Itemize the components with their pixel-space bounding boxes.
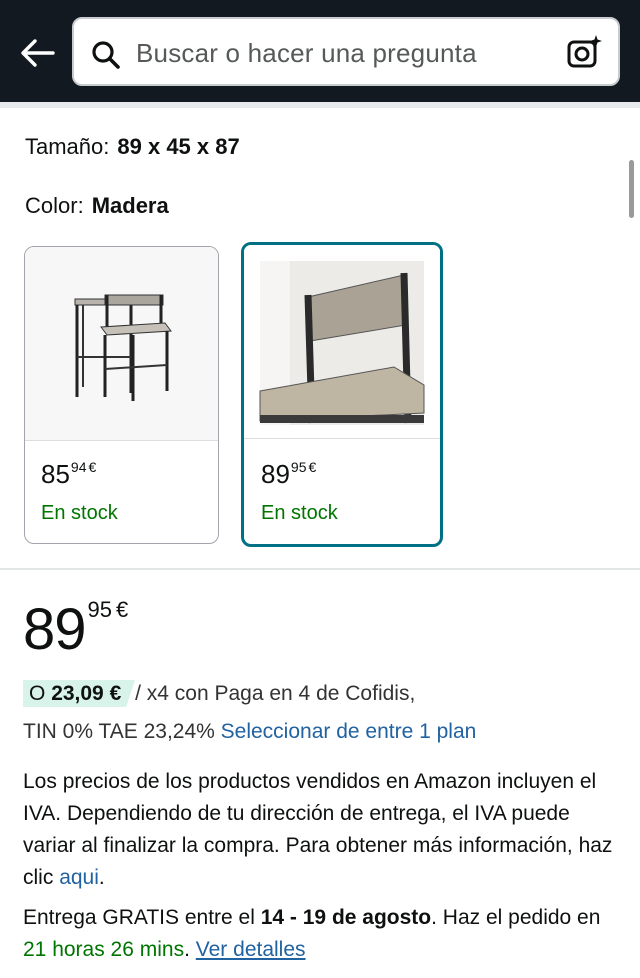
variation-option-stool[interactable]: 8995 € En stock — [241, 242, 443, 547]
back-button[interactable] — [14, 30, 60, 76]
stock-status: En stock — [41, 502, 118, 524]
price-whole: 85 — [41, 459, 70, 489]
delivery-details-link[interactable]: Ver detalles — [196, 938, 306, 961]
order-countdown: 21 horas 26 mins — [23, 938, 185, 961]
color-selector: Color: Madera — [25, 193, 169, 219]
installment-amount: 23,09 € — [51, 682, 122, 705]
product-image-table-set — [25, 247, 218, 441]
installment-rates: TIN 0% TAE 23,24% Seleccionar de entre 1… — [23, 720, 476, 744]
tax-text: Los precios de los productos vendidos en… — [23, 770, 613, 889]
color-value: Madera — [91, 193, 169, 218]
search-placeholder: Buscar o hacer una pregunta — [136, 38, 477, 68]
price-currency: € — [116, 597, 129, 622]
installment-badge: O 23,09 € — [23, 680, 136, 707]
price-whole: 89 — [23, 597, 87, 662]
section-divider — [0, 568, 640, 570]
tax-info: Los precios de los productos vendidos en… — [23, 766, 613, 894]
delivery-sep: . — [184, 938, 190, 961]
option-price: 8594 € — [41, 459, 96, 490]
select-plan-link[interactable]: Seleccionar de entre 1 plan — [221, 720, 477, 743]
price-fraction: 95 — [87, 597, 112, 622]
size-label: Tamaño: — [25, 134, 110, 159]
price-fraction: 95 — [290, 459, 307, 475]
price-fraction: 94 — [70, 459, 87, 475]
price-currency: € — [88, 459, 97, 475]
search-input[interactable]: Buscar o hacer una pregunta — [72, 17, 620, 86]
back-arrow-icon — [21, 39, 55, 67]
delivery-middle: . Haz el pedido en — [431, 906, 601, 929]
delivery-dates: 14 - 19 de agosto — [260, 906, 432, 929]
delivery-prefix: Entrega GRATIS entre el — [23, 906, 255, 929]
tax-end: . — [98, 866, 105, 889]
product-image-stool — [244, 245, 440, 439]
variation-option-table-set[interactable]: 8594 € En stock — [24, 246, 219, 544]
rates-text: TIN 0% TAE 23,24% — [23, 720, 215, 743]
color-label: Color: — [25, 193, 84, 218]
price-currency: € — [308, 459, 317, 475]
tax-info-link[interactable]: aqui — [59, 866, 99, 889]
delivery-info: Entrega GRATIS entre el 14 - 19 de agost… — [23, 902, 623, 966]
option-price: 8995 € — [261, 459, 316, 490]
header-divider — [0, 102, 640, 108]
price-whole: 89 — [261, 459, 290, 489]
product-price: 8995 € — [23, 596, 128, 663]
top-header: Buscar o hacer una pregunta — [0, 0, 640, 102]
search-icon — [92, 41, 120, 69]
stock-status: En stock — [261, 502, 338, 524]
installment-offer: O 23,09 € / x4 con Paga en 4 de Cofidis, — [23, 680, 416, 707]
installment-text: / x4 con Paga en 4 de Cofidis, — [135, 682, 416, 705]
size-selector: Tamaño: 89 x 45 x 87 — [25, 134, 240, 160]
scrollbar[interactable] — [629, 160, 634, 218]
camera-search-icon[interactable] — [566, 33, 604, 71]
size-value: 89 x 45 x 87 — [117, 134, 240, 159]
installment-prefix: O — [29, 682, 46, 705]
